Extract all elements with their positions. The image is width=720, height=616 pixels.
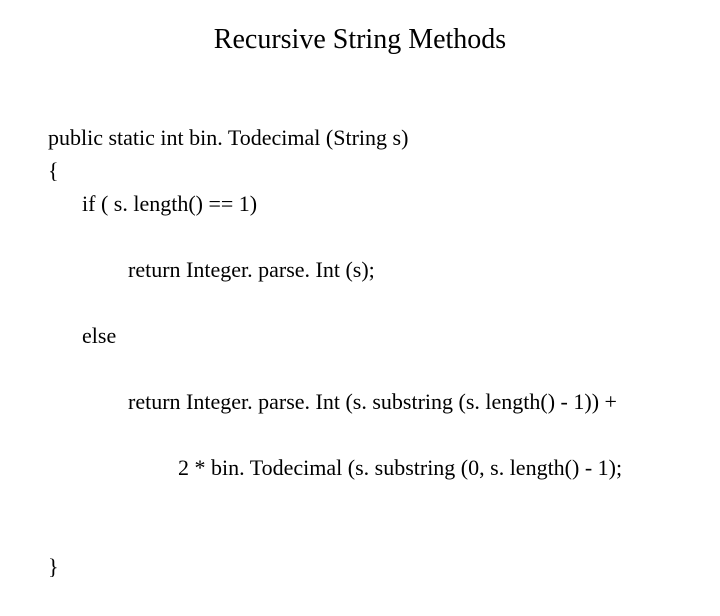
slide: Recursive String Methods public static i… [0, 0, 720, 540]
code-line-3: if ( s. length() == 1) [48, 187, 672, 220]
code-line-4: return Integer. parse. Int (s); [48, 253, 672, 286]
code-line-1: public static int bin. Todecimal (String… [48, 125, 408, 150]
code-block: public static int bin. Todecimal (String… [48, 88, 672, 616]
code-line-2: { [48, 158, 59, 183]
code-line-6: return Integer. parse. Int (s. substring… [48, 385, 672, 418]
code-line-8: } [48, 554, 59, 579]
slide-title: Recursive String Methods [0, 24, 720, 56]
code-line-5: else [48, 319, 672, 352]
code-line-7: 2 * bin. Todecimal (s. substring (0, s. … [48, 451, 672, 484]
